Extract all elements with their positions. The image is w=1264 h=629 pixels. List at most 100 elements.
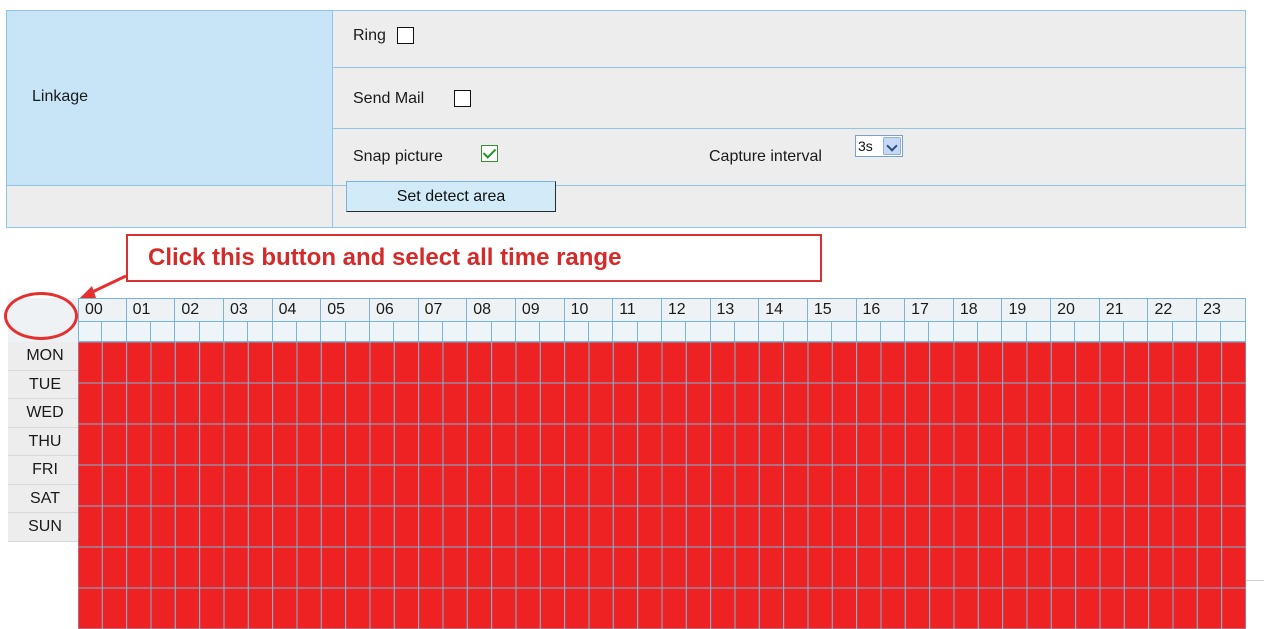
schedule-cell[interactable] xyxy=(710,587,736,629)
schedule-cell[interactable] xyxy=(101,464,128,507)
schedule-cell[interactable] xyxy=(856,423,882,466)
hour-header-04[interactable]: 04 xyxy=(272,298,322,322)
schedule-cell[interactable] xyxy=(977,505,1004,548)
schedule-cell[interactable] xyxy=(783,546,809,589)
schedule-cell[interactable] xyxy=(393,587,420,629)
schedule-cell[interactable] xyxy=(661,505,687,548)
half-hour-selector[interactable] xyxy=(223,322,249,342)
schedule-cell[interactable] xyxy=(564,423,590,466)
schedule-cell[interactable] xyxy=(199,423,225,466)
schedule-cell[interactable] xyxy=(1196,464,1223,507)
schedule-cell[interactable] xyxy=(78,587,103,629)
hour-header-20[interactable]: 20 xyxy=(1051,298,1100,322)
schedule-cell[interactable] xyxy=(783,382,809,425)
schedule-cell[interactable] xyxy=(1002,546,1028,589)
half-hour-selector[interactable] xyxy=(759,322,784,342)
schedule-cell[interactable] xyxy=(1196,505,1223,548)
schedule-cell[interactable] xyxy=(929,382,955,425)
half-hour-selector[interactable] xyxy=(710,322,735,342)
schedule-cell[interactable] xyxy=(612,423,639,466)
hour-header-13[interactable]: 13 xyxy=(710,298,760,322)
schedule-cell[interactable] xyxy=(807,464,833,507)
schedule-cell[interactable] xyxy=(1050,505,1077,548)
schedule-cell[interactable] xyxy=(831,464,858,507)
schedule-cell[interactable] xyxy=(126,382,152,425)
half-hour-selector[interactable] xyxy=(1002,322,1027,342)
day-label-tue[interactable]: TUE xyxy=(8,370,78,399)
schedule-cell[interactable] xyxy=(1148,423,1174,466)
half-hour-selector[interactable] xyxy=(467,322,492,342)
schedule-cell[interactable] xyxy=(807,505,833,548)
schedule-cell[interactable] xyxy=(199,587,225,629)
schedule-cell[interactable] xyxy=(247,464,274,507)
schedule-cell[interactable] xyxy=(564,464,590,507)
schedule-cell[interactable] xyxy=(1050,464,1077,507)
half-hour-selector[interactable] xyxy=(1172,322,1198,342)
schedule-cell[interactable] xyxy=(320,505,347,548)
schedule-cell[interactable] xyxy=(272,505,298,548)
half-hour-selector[interactable] xyxy=(564,322,589,342)
schedule-cell[interactable] xyxy=(1123,382,1150,425)
send-mail-checkbox[interactable] xyxy=(454,90,471,107)
half-hour-selector[interactable] xyxy=(613,322,638,342)
schedule-cell[interactable] xyxy=(466,546,493,589)
half-hour-selector[interactable] xyxy=(248,322,273,342)
schedule-cell[interactable] xyxy=(1123,505,1150,548)
schedule-cell[interactable] xyxy=(831,505,858,548)
schedule-cell[interactable] xyxy=(710,382,736,425)
schedule-cell[interactable] xyxy=(953,342,979,384)
schedule-cell[interactable] xyxy=(442,546,468,589)
schedule-cell[interactable] xyxy=(880,587,906,629)
schedule-cell[interactable] xyxy=(272,587,298,629)
schedule-cell[interactable] xyxy=(661,342,687,384)
schedule-cell[interactable] xyxy=(126,342,152,384)
schedule-cell[interactable] xyxy=(1148,505,1174,548)
half-hour-selector[interactable] xyxy=(175,322,200,342)
schedule-cell[interactable] xyxy=(272,464,298,507)
schedule-cell[interactable] xyxy=(685,382,712,425)
schedule-cell[interactable] xyxy=(564,587,590,629)
schedule-cell[interactable] xyxy=(491,382,517,425)
schedule-cell[interactable] xyxy=(1075,587,1101,629)
schedule-cell[interactable] xyxy=(442,587,468,629)
schedule-cell[interactable] xyxy=(150,342,176,384)
schedule-cell[interactable] xyxy=(223,423,249,466)
schedule-cell[interactable] xyxy=(491,423,517,466)
schedule-cell[interactable] xyxy=(78,546,103,589)
schedule-cell[interactable] xyxy=(1002,587,1028,629)
schedule-cell[interactable] xyxy=(856,546,882,589)
schedule-cell[interactable] xyxy=(588,423,614,466)
half-hour-selector[interactable] xyxy=(953,322,979,342)
half-hour-selector[interactable] xyxy=(978,322,1003,342)
half-hour-selector[interactable] xyxy=(150,322,176,342)
schedule-cell[interactable] xyxy=(1123,587,1150,629)
schedule-cell[interactable] xyxy=(199,505,225,548)
schedule-cell[interactable] xyxy=(783,464,809,507)
half-hour-selector[interactable] xyxy=(1148,322,1173,342)
schedule-cells[interactable] xyxy=(78,342,1246,629)
hour-header-10[interactable]: 10 xyxy=(564,298,614,322)
schedule-cell[interactable] xyxy=(685,587,712,629)
schedule-cell[interactable] xyxy=(247,342,274,384)
schedule-cell[interactable] xyxy=(734,423,760,466)
half-hour-selector[interactable] xyxy=(1099,322,1125,342)
schedule-cell[interactable] xyxy=(539,587,566,629)
half-hour-selector[interactable] xyxy=(1124,322,1149,342)
schedule-cell[interactable] xyxy=(418,587,444,629)
schedule-cell[interactable] xyxy=(223,342,249,384)
schedule-cell[interactable] xyxy=(953,464,979,507)
schedule-cell[interactable] xyxy=(296,505,322,548)
half-hour-selector[interactable] xyxy=(491,322,516,342)
schedule-cell[interactable] xyxy=(1148,382,1174,425)
schedule-cell[interactable] xyxy=(491,464,517,507)
schedule-cell[interactable] xyxy=(953,423,979,466)
half-hour-selector[interactable] xyxy=(272,322,297,342)
schedule-cell[interactable] xyxy=(199,464,225,507)
schedule-cell[interactable] xyxy=(539,382,566,425)
schedule-cell[interactable] xyxy=(101,423,128,466)
schedule-cell[interactable] xyxy=(1148,342,1174,384)
schedule-cell[interactable] xyxy=(174,587,201,629)
schedule-cell[interactable] xyxy=(369,342,395,384)
schedule-cell[interactable] xyxy=(247,423,274,466)
schedule-cell[interactable] xyxy=(247,546,274,589)
